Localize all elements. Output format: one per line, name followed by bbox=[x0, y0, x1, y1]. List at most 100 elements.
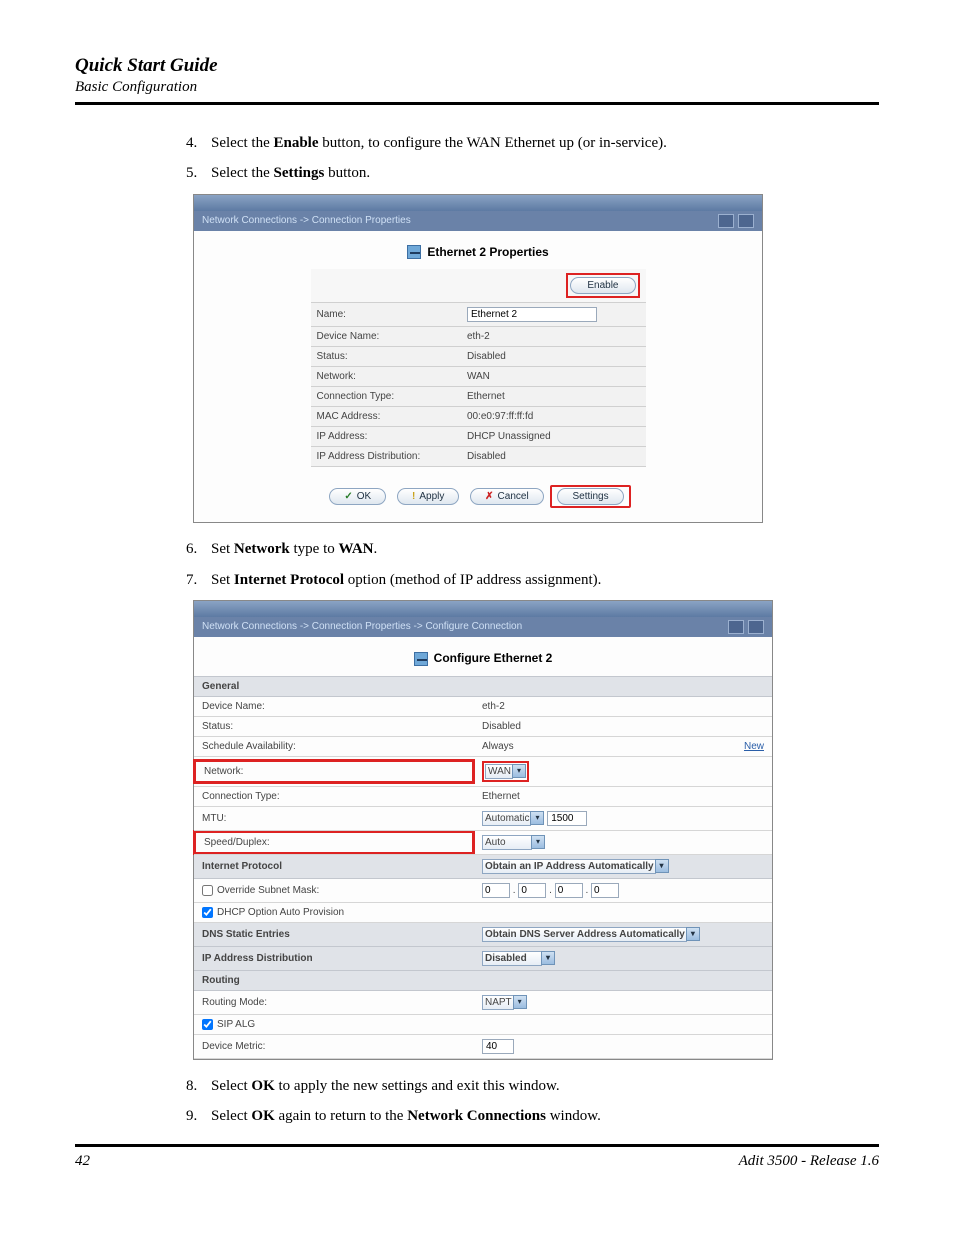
new-link[interactable]: New bbox=[744, 741, 764, 752]
label: Network: bbox=[204, 766, 243, 777]
properties-table: Enable Name: Device Name:eth-2 Status:Di… bbox=[311, 269, 646, 467]
chevron-down-icon: ▾ bbox=[531, 835, 545, 849]
check-icon: ✓ bbox=[344, 491, 352, 502]
label: Routing Mode: bbox=[194, 990, 474, 1014]
header-title: Quick Start Guide bbox=[75, 55, 879, 77]
ok-button[interactable]: ✓OK bbox=[329, 488, 386, 505]
name-input[interactable] bbox=[467, 307, 597, 322]
label: Connection Type: bbox=[311, 387, 461, 407]
titlebar-icons bbox=[728, 620, 764, 634]
section-routing: Routing bbox=[194, 970, 772, 990]
value: Disabled bbox=[461, 447, 646, 467]
ethernet-icon bbox=[414, 652, 428, 666]
breadcrumb-bar: Network Connections -> Connection Proper… bbox=[194, 211, 762, 231]
screenshot-ethernet2-properties: Network Connections -> Connection Proper… bbox=[193, 194, 763, 524]
page-number: 42 bbox=[75, 1153, 90, 1170]
select-value: Disabled bbox=[482, 951, 542, 966]
dhcp-option-checkbox[interactable] bbox=[202, 907, 213, 918]
button-row: ✓OK ! Apply ✗Cancel Settings bbox=[194, 485, 762, 508]
breadcrumb-text: Network Connections -> Connection Proper… bbox=[202, 215, 411, 226]
text: Select the bbox=[211, 165, 273, 181]
titlebar-icon[interactable] bbox=[748, 620, 764, 634]
subnet-octet-2[interactable] bbox=[518, 883, 546, 898]
step-4: Select the Enable button, to configure t… bbox=[201, 133, 879, 153]
step-5: Select the Settings button. bbox=[201, 163, 879, 183]
value: DHCP Unassigned bbox=[461, 427, 646, 447]
apply-button[interactable]: ! Apply bbox=[397, 488, 459, 505]
header-subtitle: Basic Configuration bbox=[75, 79, 879, 96]
cancel-button[interactable]: ✗Cancel bbox=[470, 488, 544, 505]
label: MTU: bbox=[194, 806, 474, 830]
label: Status: bbox=[311, 347, 461, 367]
text-bold: Network Connections bbox=[407, 1108, 546, 1124]
chevron-down-icon: ▾ bbox=[686, 927, 700, 941]
text: Select bbox=[211, 1078, 251, 1094]
step-8: Select OK to apply the new settings and … bbox=[201, 1076, 879, 1096]
chevron-down-icon: ▾ bbox=[541, 951, 555, 965]
breadcrumb-text: Network Connections -> Connection Proper… bbox=[202, 621, 522, 632]
settings-button[interactable]: Settings bbox=[557, 488, 623, 505]
label: Name: bbox=[311, 303, 461, 327]
heading-text: Ethernet 2 Properties bbox=[427, 245, 548, 259]
text-bold: WAN bbox=[339, 541, 374, 557]
select-value: Automatic bbox=[482, 811, 531, 826]
text: Select bbox=[211, 1108, 251, 1124]
mtu-select[interactable]: Automatic▾ bbox=[482, 811, 544, 826]
label: IP Address Distribution: bbox=[311, 447, 461, 467]
device-metric-input[interactable] bbox=[482, 1039, 514, 1054]
label: MAC Address: bbox=[311, 407, 461, 427]
window-titlebar bbox=[194, 601, 772, 617]
override-subnet-checkbox[interactable] bbox=[202, 885, 213, 896]
label: Device Name: bbox=[194, 696, 474, 716]
dialog-heading: Configure Ethernet 2 bbox=[194, 637, 772, 676]
footer-rule bbox=[75, 1144, 879, 1147]
routing-mode-select[interactable]: NAPT▾ bbox=[482, 995, 527, 1010]
step-6: Set Network type to WAN. bbox=[201, 539, 879, 559]
text: again to return to the bbox=[275, 1108, 407, 1124]
titlebar-icon[interactable] bbox=[718, 214, 734, 228]
enable-button[interactable]: Enable bbox=[570, 277, 635, 294]
settings-button-highlight: Settings bbox=[550, 485, 630, 508]
configure-table: General Device Name:eth-2 Status:Disable… bbox=[194, 676, 772, 1059]
value: WAN bbox=[461, 367, 646, 387]
subnet-octet-3[interactable] bbox=[555, 883, 583, 898]
subnet-octet-4[interactable] bbox=[591, 883, 619, 898]
sip-alg-checkbox[interactable] bbox=[202, 1019, 213, 1030]
network-select-highlight: WAN▾ bbox=[482, 761, 529, 782]
screenshot-configure-ethernet2: Network Connections -> Connection Proper… bbox=[193, 600, 773, 1060]
text: . bbox=[374, 541, 378, 557]
value: 00:e0:97:ff:ff:fd bbox=[461, 407, 646, 427]
chevron-down-icon: ▾ bbox=[655, 859, 669, 873]
titlebar-icon[interactable] bbox=[728, 620, 744, 634]
label: Device Metric: bbox=[194, 1034, 474, 1058]
page-footer: 42 Adit 3500 - Release 1.6 bbox=[75, 1153, 879, 1170]
value: eth-2 bbox=[474, 696, 772, 716]
window-titlebar bbox=[194, 195, 762, 211]
mtu-input[interactable] bbox=[547, 811, 587, 826]
speed-select[interactable]: Auto▾ bbox=[482, 835, 545, 850]
label: SIP ALG bbox=[217, 1019, 255, 1030]
bulb-icon: ! bbox=[412, 491, 415, 502]
text: Set bbox=[211, 572, 234, 588]
select-value: Obtain an IP Address Automatically bbox=[482, 859, 656, 874]
dns-select[interactable]: Obtain DNS Server Address Automatically▾ bbox=[482, 927, 700, 942]
section-dns: DNS Static Entries bbox=[194, 922, 474, 946]
text: Select the bbox=[211, 135, 273, 151]
step-7: Set Internet Protocol option (method of … bbox=[201, 570, 879, 590]
section-ip-distribution: IP Address Distribution bbox=[194, 946, 474, 970]
text: window. bbox=[546, 1108, 601, 1124]
text: option (method of IP address assignment)… bbox=[344, 572, 601, 588]
text-bold: Enable bbox=[273, 135, 318, 151]
label: Speed/Duplex: bbox=[204, 837, 270, 848]
ethernet-icon bbox=[407, 245, 421, 259]
chevron-down-icon: ▾ bbox=[530, 811, 544, 825]
network-select[interactable]: WAN▾ bbox=[485, 764, 526, 779]
ip-mode-select[interactable]: Obtain an IP Address Automatically▾ bbox=[482, 859, 669, 874]
titlebar-icon[interactable] bbox=[738, 214, 754, 228]
label: DHCP Option Auto Provision bbox=[217, 907, 344, 918]
ip-distribution-select[interactable]: Disabled▾ bbox=[482, 951, 555, 966]
subnet-octet-1[interactable] bbox=[482, 883, 510, 898]
label: Apply bbox=[419, 491, 444, 502]
label: Cancel bbox=[498, 491, 529, 502]
network-label-highlight: Network: bbox=[193, 759, 475, 784]
